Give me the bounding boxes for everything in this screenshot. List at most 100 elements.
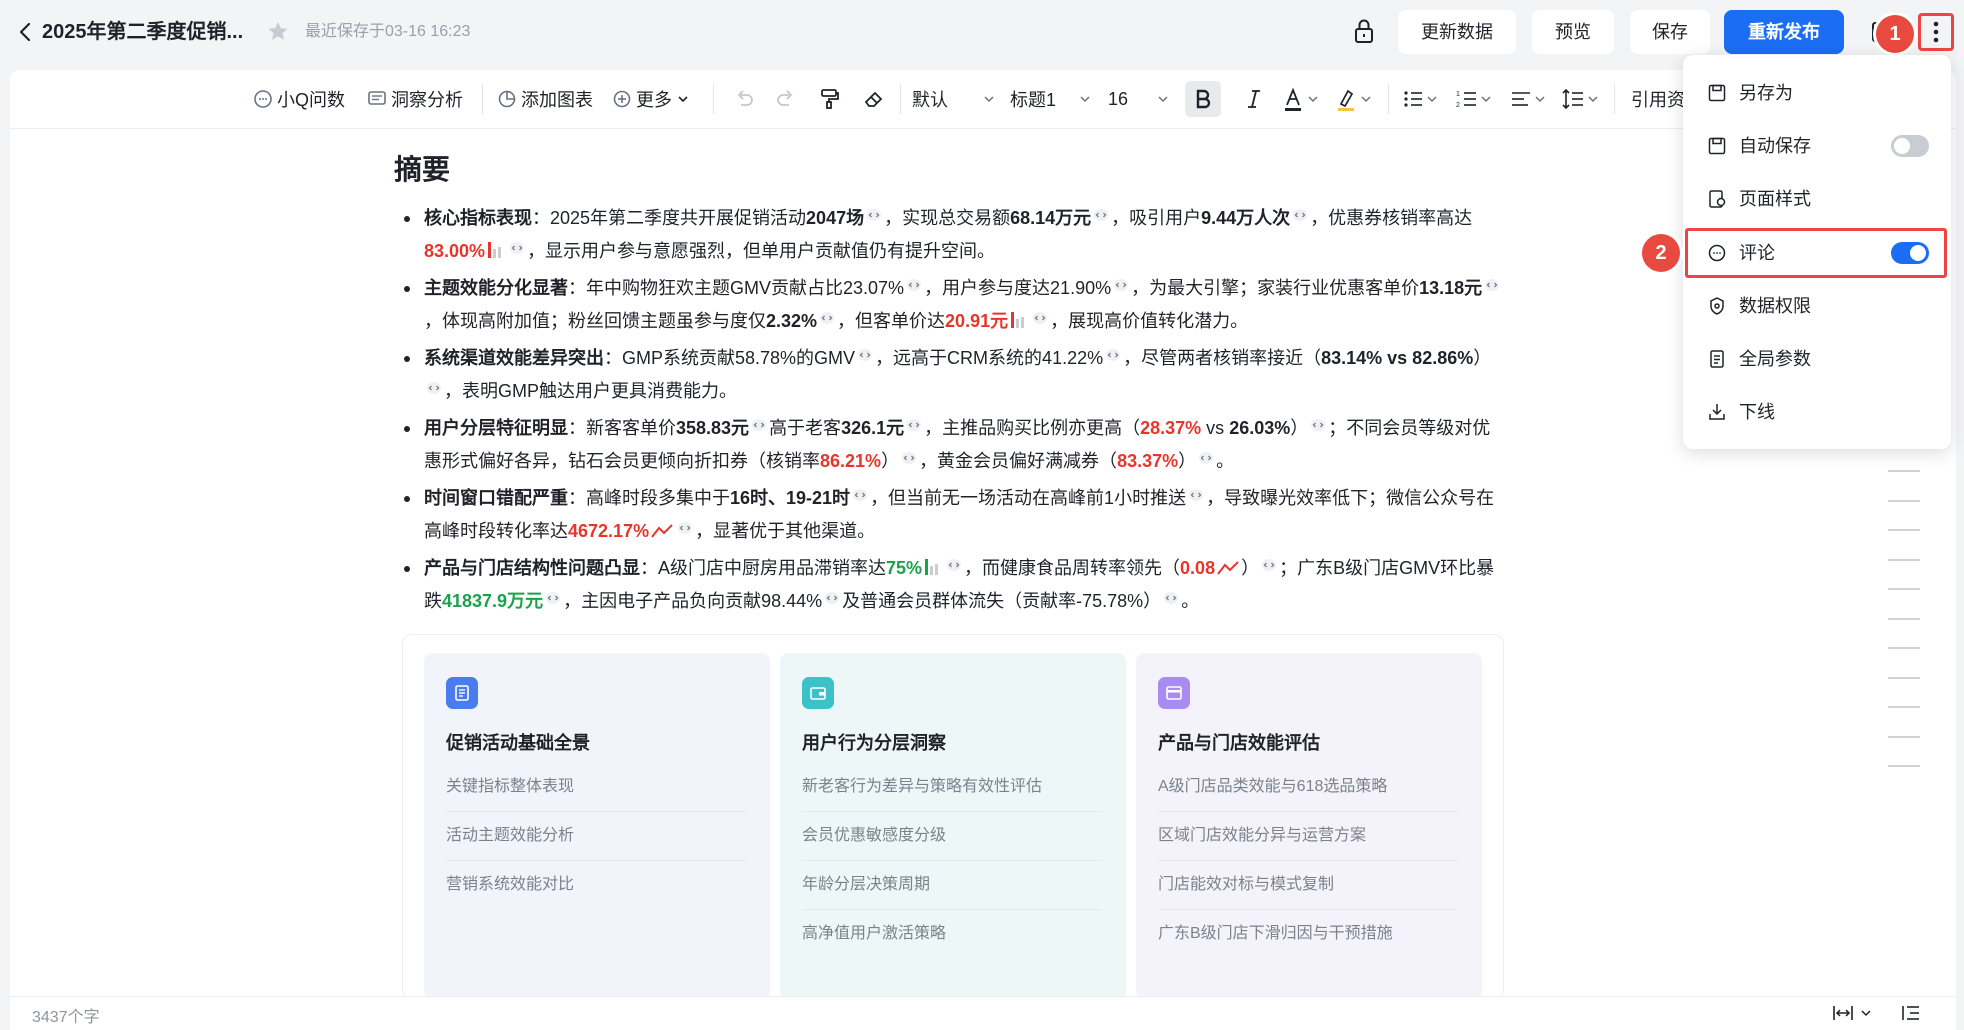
plus-circle-icon xyxy=(613,90,631,108)
word-count: 3437个字 xyxy=(32,1009,100,1026)
font-size-select[interactable]: 16 xyxy=(1108,86,1174,112)
link-icon[interactable] xyxy=(857,347,873,363)
save-button[interactable]: 保存 xyxy=(1630,10,1710,54)
link-icon[interactable] xyxy=(1032,310,1048,326)
text-style-select[interactable]: 默认 xyxy=(912,86,1000,112)
document-title[interactable]: 2025年第二季度促销... xyxy=(42,18,243,46)
link-icon[interactable] xyxy=(906,277,922,293)
text: ，表明GMP触达用户更具消费能力。 xyxy=(444,381,737,401)
menu-item-data-permission[interactable]: 数据权限 xyxy=(1683,280,1951,332)
section-list-item[interactable]: 门店能效对标与模式复制 xyxy=(1158,861,1458,910)
menu-item-save-as[interactable]: 另存为 xyxy=(1683,67,1951,119)
link-icon[interactable] xyxy=(677,520,693,536)
section-card-user-behavior[interactable]: 用户行为分层洞察 新老客行为差异与策略有效性评估 会员优惠敏感度分级 年龄分层决… xyxy=(780,653,1126,999)
text: ，尽管两者核销率接近（ xyxy=(1123,348,1322,368)
outline-tick[interactable] xyxy=(1888,470,1920,472)
lock-icon[interactable] xyxy=(1352,17,1376,45)
link-icon[interactable] xyxy=(1484,277,1500,293)
section-list-item[interactable]: 年龄分层决策周期 xyxy=(802,861,1102,910)
link-icon[interactable] xyxy=(1292,207,1308,223)
line-spacing-icon[interactable] xyxy=(1562,87,1602,111)
outline-tick[interactable] xyxy=(1888,558,1920,561)
link-icon[interactable] xyxy=(1113,277,1129,293)
undo-icon[interactable] xyxy=(732,87,756,111)
section-card-product-store[interactable]: 产品与门店效能评估 A级门店品类效能与618选品策略 区域门店效能分异与运营方案… xyxy=(1136,653,1482,999)
insight-button[interactable]: 洞察分析 xyxy=(367,86,463,112)
link-icon[interactable] xyxy=(751,417,767,433)
link-icon[interactable] xyxy=(1093,207,1109,223)
preview-button[interactable]: 预览 xyxy=(1532,10,1614,54)
link-icon[interactable] xyxy=(866,207,882,223)
link-icon[interactable] xyxy=(426,380,442,396)
link-icon[interactable] xyxy=(901,450,917,466)
save-status: 最近保存于03-16 16:23 xyxy=(305,23,471,40)
section-list-item[interactable]: 会员优惠敏感度分级 xyxy=(802,812,1102,861)
link-icon[interactable] xyxy=(1188,487,1204,503)
link-icon[interactable] xyxy=(545,590,561,606)
section-list-item[interactable]: 区域门店效能分异与运营方案 xyxy=(1158,812,1458,861)
bullet-list-icon[interactable] xyxy=(1402,87,1442,111)
outline-tick[interactable] xyxy=(1888,676,1920,679)
link-icon[interactable] xyxy=(1198,450,1214,466)
outline-tick[interactable] xyxy=(1888,529,1920,531)
outline-tick[interactable] xyxy=(1888,706,1920,708)
link-icon[interactable] xyxy=(1105,347,1121,363)
section-list-item[interactable]: 关键指标整体表现 xyxy=(446,763,746,812)
bullet-core-metrics: 核心指标表现：2025年第二季度共开展促销活动2047场 ，实现总交易额68.14… xyxy=(394,202,1504,268)
format-painter-icon[interactable] xyxy=(818,87,842,111)
link-icon[interactable] xyxy=(906,417,922,433)
page-width-icon[interactable] xyxy=(1832,1003,1878,1023)
link-icon[interactable] xyxy=(852,487,868,503)
star-icon[interactable] xyxy=(267,20,289,42)
menu-item-page-style[interactable]: 页面样式 xyxy=(1683,173,1951,225)
vertical-dots-icon xyxy=(1933,21,1939,43)
outline-tick[interactable] xyxy=(1888,765,1920,767)
bold-icon[interactable] xyxy=(1191,87,1215,111)
section-card-basics[interactable]: 促销活动基础全景 关键指标整体表现 活动主题效能分析 营销系统效能对比 xyxy=(424,653,770,999)
more-tools-button[interactable]: 更多 xyxy=(612,86,694,112)
outline-toggle-icon[interactable] xyxy=(1900,1003,1922,1023)
republish-button[interactable]: 重新发布 xyxy=(1724,10,1844,54)
section-list-item[interactable]: A级门店品类效能与618选品策略 xyxy=(1158,763,1458,812)
add-chart-button[interactable]: 添加图表 xyxy=(497,86,593,112)
outline-tick[interactable] xyxy=(1888,499,1920,502)
section-list-item[interactable]: 营销系统效能对比 xyxy=(446,861,746,909)
menu-item-offline[interactable]: 下线 xyxy=(1683,386,1951,438)
link-icon[interactable] xyxy=(1163,590,1179,606)
italic-icon[interactable] xyxy=(1242,87,1266,111)
section-list-item[interactable]: 广东B级门店下滑归因与干预措施 xyxy=(1158,910,1458,958)
menu-item-auto-save[interactable]: 自动保存 xyxy=(1683,120,1951,172)
menu-item-global-params[interactable]: 全局参数 xyxy=(1683,333,1951,385)
font-color-icon[interactable] xyxy=(1282,87,1322,113)
update-data-button[interactable]: 更新数据 xyxy=(1398,10,1516,54)
text: ，黄金会员偏好满减券（ xyxy=(919,451,1118,471)
eraser-icon[interactable] xyxy=(862,87,886,111)
auto-save-toggle[interactable] xyxy=(1891,135,1929,157)
section-list-item[interactable]: 新老客行为差异与策略有效性评估 xyxy=(802,763,1102,812)
cite-button[interactable]: 引用资 xyxy=(1631,86,1685,112)
link-icon[interactable] xyxy=(946,557,962,573)
heading-select[interactable]: 标题1 xyxy=(1010,86,1096,112)
link-icon[interactable] xyxy=(819,310,835,326)
more-options-button[interactable] xyxy=(1918,13,1954,51)
align-icon[interactable] xyxy=(1510,87,1550,111)
numbered-list-icon[interactable]: 12 xyxy=(1456,87,1496,111)
outline-tick[interactable] xyxy=(1888,735,1920,738)
link-icon[interactable] xyxy=(1310,417,1326,433)
outline-navigator[interactable] xyxy=(1888,470,1920,795)
section-list-item[interactable]: 高净值用户激活策略 xyxy=(802,910,1102,958)
outline-tick[interactable] xyxy=(1888,588,1920,590)
link-icon[interactable] xyxy=(509,240,525,256)
text: ，但客单价达 xyxy=(837,311,946,331)
highlight-color-icon[interactable] xyxy=(1335,87,1375,113)
toolbar-divider xyxy=(900,84,901,114)
back-arrow-icon[interactable] xyxy=(16,20,36,44)
redo-icon[interactable] xyxy=(774,87,798,111)
outline-tick[interactable] xyxy=(1888,647,1920,649)
metric-value-highlight: 0.08 xyxy=(1180,558,1216,578)
link-icon[interactable] xyxy=(824,590,840,606)
outline-tick[interactable] xyxy=(1888,617,1920,620)
section-list-item[interactable]: 活动主题效能分析 xyxy=(446,812,746,861)
ask-q-button[interactable]: 小Q问数 xyxy=(253,86,345,112)
link-icon[interactable] xyxy=(1261,557,1277,573)
